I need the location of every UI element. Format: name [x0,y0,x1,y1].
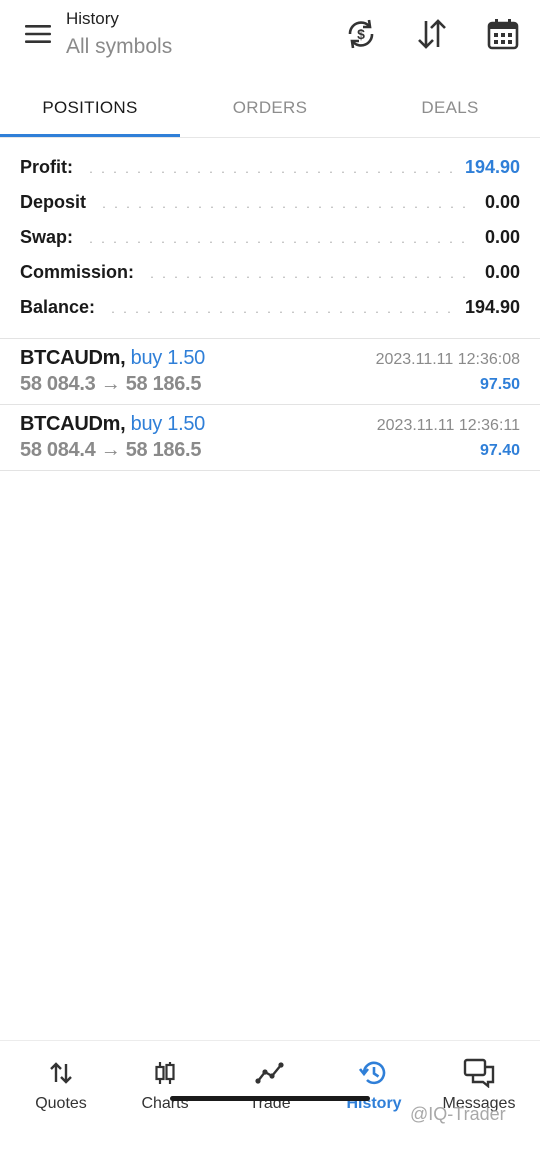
messages-icon [463,1057,495,1089]
page-title: History [66,9,119,28]
position-row[interactable]: BTCAUDm, buy 1.50 58 084.3 → 58 186.5 20… [0,339,540,405]
nav-trade[interactable]: Trade [216,1057,324,1127]
summary-row-swap: Swap: 0.00 [0,220,540,255]
dotted-leader [85,240,473,243]
sort-button[interactable] [412,14,452,54]
tab-positions[interactable]: POSITIONS [0,80,180,136]
currency-exchange-icon: $ [348,19,374,49]
trade-line-icon [254,1057,286,1089]
open-price: 58 084.4 [20,439,96,461]
trade-side: buy 1.50 [130,347,206,369]
trade-symbol: BTCAUDm, [20,347,126,369]
dotted-leader [146,275,473,278]
price-arrow: → [100,439,121,461]
close-price: 58 186.5 [125,373,202,395]
summary-row-deposit: Deposit 0.00 [0,185,540,220]
currency-exchange-button[interactable]: $ [341,14,381,54]
summary-value: 194.90 [464,157,520,177]
position-row[interactable]: BTCAUDm, buy 1.50 58 084.4 → 58 186.5 20… [0,405,540,471]
summary-value: 194.90 [464,297,520,317]
close-price: 58 186.5 [125,439,202,461]
summary-value: 0.00 [484,192,520,212]
summary-row-balance: Balance: 194.90 [0,290,540,325]
nav-label: Quotes [35,1095,87,1112]
divider [0,470,540,471]
history-icon [358,1057,390,1089]
active-tab-indicator [0,134,180,137]
dotted-leader [85,170,453,173]
trade-symbol-line: BTCAUDm, buy 1.50 [20,347,205,370]
sort-icon [418,19,446,49]
trade-prices: 58 084.4 → 58 186.5 [20,439,201,462]
calendar-button[interactable] [483,14,523,54]
trade-prices: 58 084.3 → 58 186.5 [20,373,201,396]
tab-bar: POSITIONS ORDERS DEALS [0,80,540,138]
bottom-navigation: Quotes Charts Trade History Messages [0,1040,540,1150]
trade-symbol: BTCAUDm, [20,413,126,435]
candlestick-icon [149,1057,181,1089]
watermark: @IQ-Trader [410,1104,506,1124]
symbol-filter[interactable]: All symbols [66,32,172,62]
summary-label: Deposit [20,192,87,212]
top-app-bar: History All symbols $ [0,0,540,80]
trade-profit: 97.40 [479,442,520,459]
summary-row-commission: Commission: 0.00 [0,255,540,290]
tab-deals[interactable]: DEALS [360,80,540,136]
trade-profit: 97.50 [479,376,520,393]
summary-value: 0.00 [484,262,520,282]
summary-label: Balance: [20,297,96,317]
nav-charts[interactable]: Charts [111,1057,219,1127]
nav-quotes[interactable]: Quotes [7,1057,115,1127]
svg-text:$: $ [357,26,365,42]
title-block[interactable]: History All symbols [66,8,172,62]
price-arrow: → [100,373,121,395]
quotes-icon [45,1057,77,1089]
dotted-leader [98,205,473,208]
summary-row-profit: Profit: 194.90 [0,150,540,185]
trade-symbol-line: BTCAUDm, buy 1.50 [20,413,205,436]
calendar-icon [487,19,519,50]
open-price: 58 084.3 [20,373,96,395]
menu-button[interactable] [20,18,56,50]
tab-orders[interactable]: ORDERS [180,80,360,136]
summary-label: Profit: [20,157,73,177]
summary-panel: Profit: 194.90 Deposit 0.00 Swap: 0.00 C… [0,150,540,325]
dotted-leader [107,310,453,313]
trade-side: buy 1.50 [130,413,206,435]
home-indicator[interactable] [170,1096,370,1101]
summary-label: Commission: [20,262,135,282]
trade-time: 2023.11.11 12:36:11 [376,417,520,434]
trade-time: 2023.11.11 12:36:08 [375,351,520,368]
summary-label: Swap: [20,227,74,247]
summary-value: 0.00 [484,227,520,247]
menu-icon [25,25,51,43]
